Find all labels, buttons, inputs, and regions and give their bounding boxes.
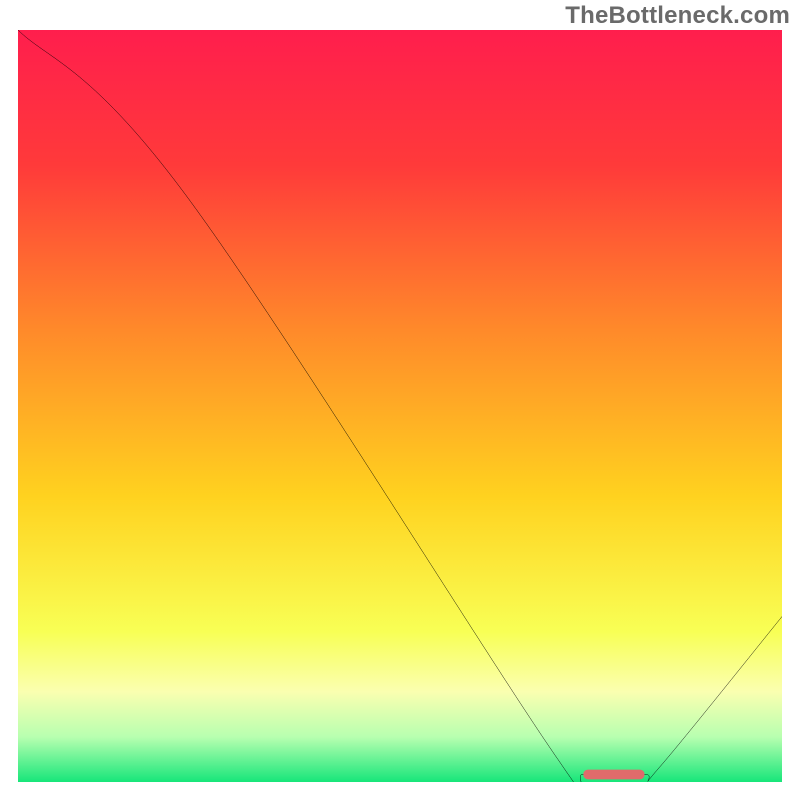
chart-plot-area <box>18 30 782 782</box>
chart-background-gradient <box>18 30 782 782</box>
chart-container: TheBottleneck.com <box>0 0 800 800</box>
watermark-text: TheBottleneck.com <box>565 2 790 30</box>
chart-svg <box>18 30 782 782</box>
optimum-marker <box>583 770 644 780</box>
